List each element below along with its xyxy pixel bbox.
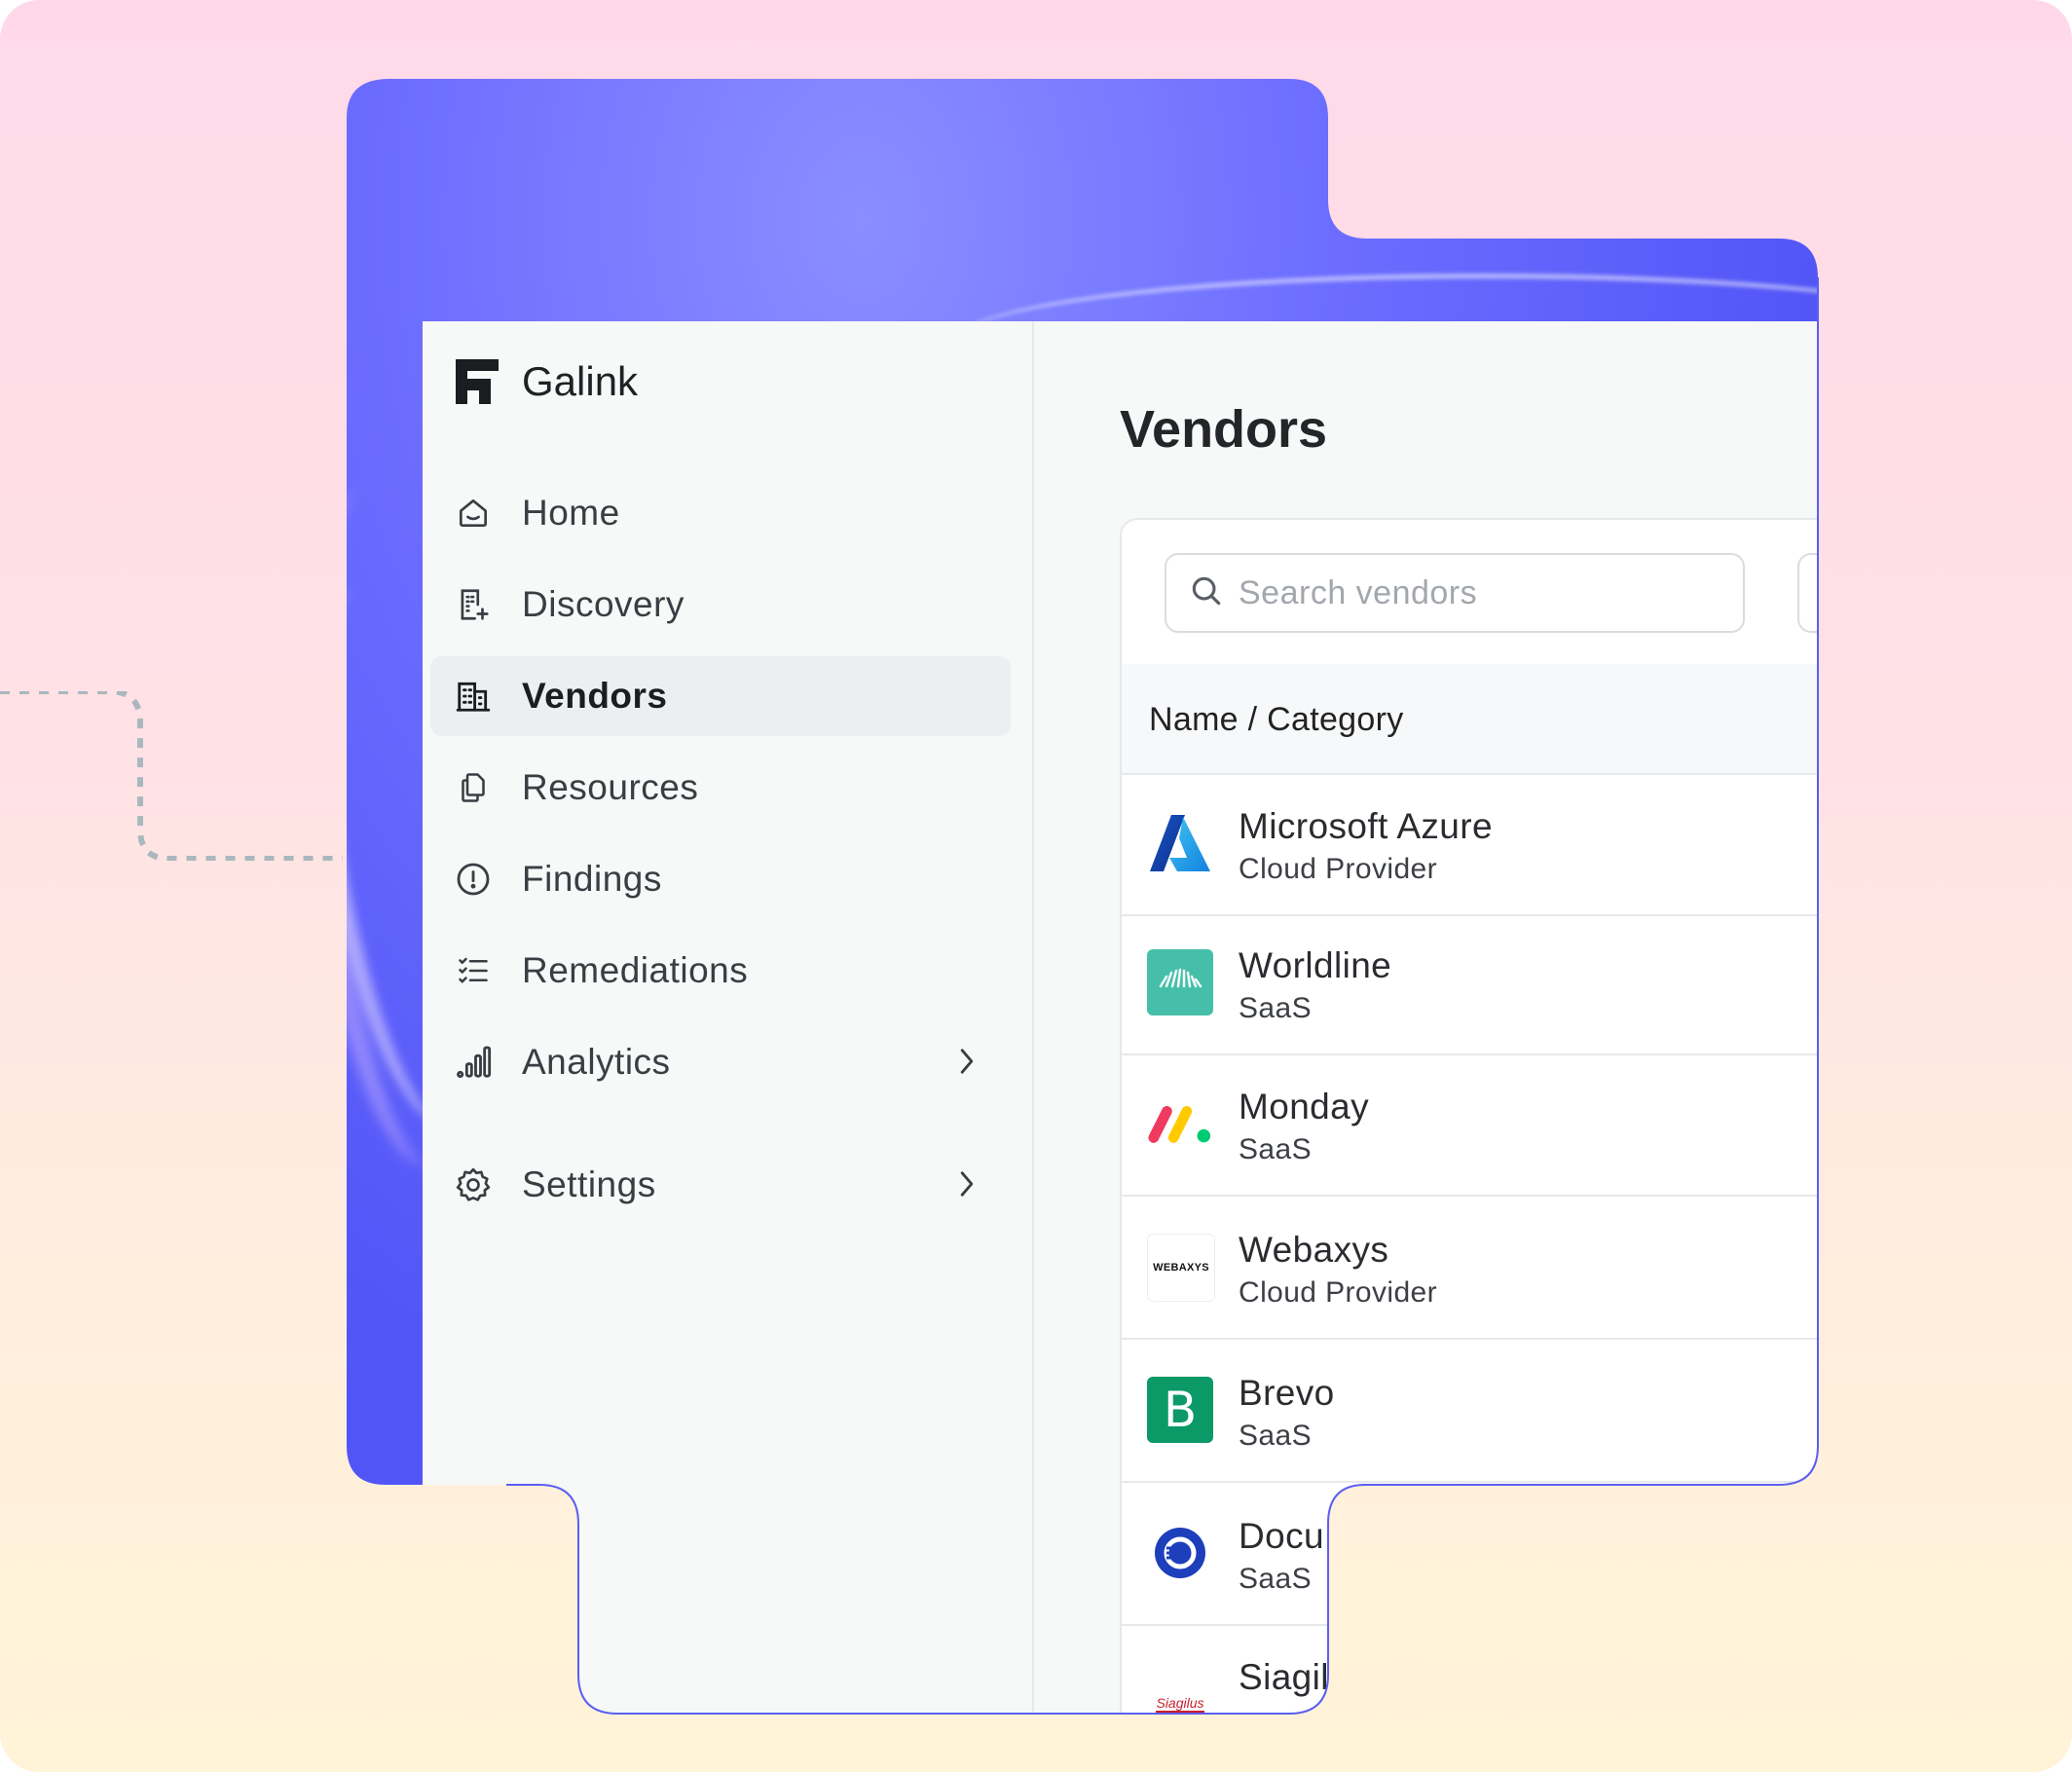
background-stage: Galink Home Discovery Vendors Resources … [0,0,2072,1772]
frame-outline [506,277,1819,1715]
